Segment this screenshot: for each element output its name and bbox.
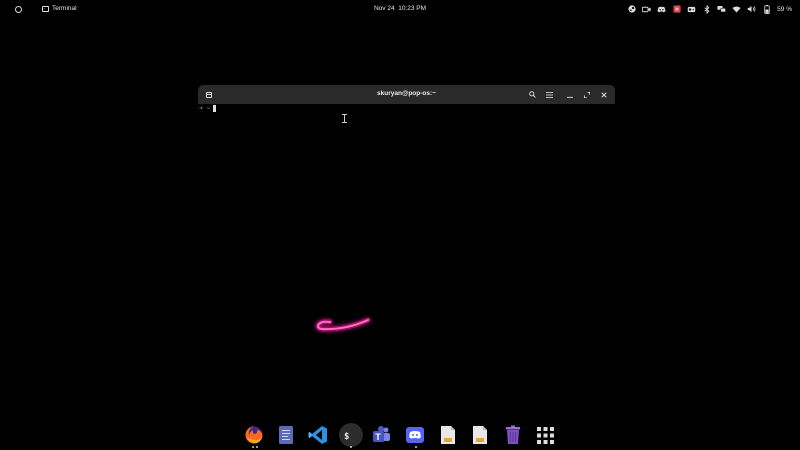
terminal-prompt[interactable]: ➜ ~ [199, 104, 217, 112]
text-editor-icon[interactable] [275, 424, 297, 446]
battery-icon[interactable] [762, 4, 771, 14]
svg-text:$_: $_ [344, 432, 355, 440]
running-indicator [350, 446, 352, 448]
running-indicator [415, 446, 417, 448]
notification-badge-icon[interactable] [672, 5, 681, 14]
workspaces-circle-icon[interactable] [12, 3, 25, 16]
prompt-arrow: ➜ [199, 104, 203, 112]
clock-time: 10:23 PM [398, 5, 427, 12]
document-icon[interactable] [469, 424, 491, 446]
network-icon[interactable] [717, 5, 727, 14]
svg-text:T: T [375, 432, 381, 442]
maximize-icon[interactable] [581, 89, 592, 100]
camera-icon[interactable] [642, 5, 651, 14]
discord-icon[interactable] [657, 5, 666, 14]
app-menu-label: Terminal [52, 5, 77, 12]
app-grid-icon[interactable] [534, 424, 556, 446]
wifi-icon[interactable] [732, 5, 741, 14]
volume-icon[interactable] [747, 5, 756, 14]
terminal-icon: › [42, 5, 49, 12]
steam-icon[interactable] [627, 5, 636, 14]
search-icon[interactable] [527, 89, 538, 100]
ibeam-cursor-icon [342, 114, 347, 123]
firefox-icon[interactable] [243, 424, 265, 446]
neon-swoosh-decoration [315, 317, 371, 332]
prompt-directory: ~ [206, 104, 211, 112]
clock-button[interactable]: Nov 24 10:23 PM [374, 5, 426, 12]
battery-percentage[interactable]: 59 % [777, 5, 792, 14]
top-bar: › Terminal Nov 24 10:23 PM 59 % [0, 0, 800, 18]
dock: $_ T [240, 420, 560, 450]
bluetooth-icon[interactable] [702, 4, 711, 14]
running-indicator [256, 446, 258, 448]
controller-icon[interactable] [687, 5, 696, 14]
hamburger-menu-icon[interactable] [544, 89, 555, 100]
text-cursor [213, 104, 217, 112]
terminal-window[interactable]: skuryan@pop-os:~ [198, 85, 615, 105]
close-icon[interactable] [598, 89, 609, 100]
discord-icon[interactable] [404, 424, 426, 446]
clock-date: Nov 24 [373, 5, 395, 12]
terminal-titlebar[interactable]: skuryan@pop-os:~ [198, 85, 615, 104]
app-menu-button[interactable]: › Terminal [42, 5, 77, 12]
trash-icon[interactable] [502, 424, 524, 446]
running-indicator [252, 446, 254, 448]
teams-icon[interactable]: T [371, 424, 393, 446]
vscode-icon[interactable] [307, 424, 329, 446]
document-icon[interactable] [437, 424, 459, 446]
system-tray: 59 % [627, 3, 792, 15]
terminal-icon[interactable]: $_ [339, 423, 363, 447]
minimize-icon[interactable] [564, 89, 575, 100]
